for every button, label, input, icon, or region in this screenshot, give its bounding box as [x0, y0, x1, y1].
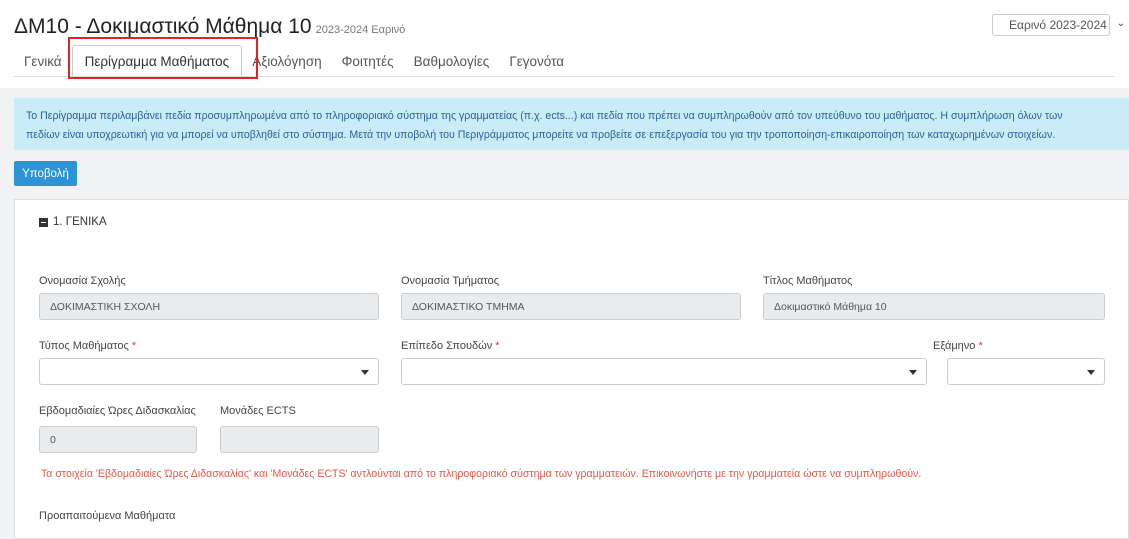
semester-select-value: Εαρινό 2023-2024 [1009, 18, 1107, 32]
school-value: ΔΟΚΙΜΑΣΤΙΚΗ ΣΧΟΛΗ [50, 300, 161, 313]
course-title: ΔΜ10 - Δοκιμαστικό Μάθημα 10 [14, 15, 312, 38]
section-title: 1. ΓΕΝΙΚΑ [53, 216, 107, 228]
caret-down-icon [361, 370, 369, 375]
course-title-value: Δοκιμαστικό Μάθημα 10 [774, 300, 887, 313]
study-level-label-text: Επίπεδο Σπουδών [401, 340, 493, 352]
section-header[interactable]: 1. ΓΕΝΙΚΑ [39, 216, 107, 228]
tab-general[interactable]: Γενικά [14, 54, 72, 77]
ects-label: Μονάδες ECTS [220, 405, 296, 417]
caret-down-icon [1087, 370, 1095, 375]
tab-grades[interactable]: Βαθμολογίες [404, 54, 500, 77]
course-type-label: Τύπος Μαθήματος * [39, 340, 136, 352]
tab-events[interactable]: Γεγονότα [499, 54, 574, 77]
department-value: ΔΟΚΙΜΑΣΤΙΚΟ ΤΜΗΜΑ [412, 300, 525, 313]
required-mark: * [495, 340, 500, 352]
course-title-field: Δοκιμαστικό Μάθημα 10 [763, 293, 1105, 320]
weekly-hours-value: 0 [50, 433, 56, 446]
highlight-box [68, 37, 258, 79]
department-label: Ονομασία Τμήματος [401, 275, 499, 287]
school-label: Ονομασία Σχολής [39, 275, 126, 287]
caret-down-icon [909, 370, 917, 375]
tab-students[interactable]: Φοιτητές [332, 54, 404, 77]
study-level-select[interactable] [401, 358, 927, 385]
semester-label: Εξάμηνο * [933, 340, 983, 352]
course-type-label-text: Τύπος Μαθήματος [39, 340, 129, 352]
prerequisites-label: Προαπαιτούμενα Μαθήματα [39, 510, 176, 522]
semester-label-text: Εξάμηνο [933, 340, 976, 352]
info-line-2: πεδίων είναι υποχρεωτική για να μπορεί ν… [26, 129, 1056, 141]
collapse-icon[interactable] [39, 217, 48, 227]
semester-field-select[interactable] [947, 358, 1105, 385]
info-line-1: Το Περίγραμμα περιλαμβάνει πεδία προσυμπ… [26, 110, 1063, 122]
page-title: ΔΜ10 - Δοκιμαστικό Μάθημα 10 2023-2024 Εα… [14, 15, 405, 39]
info-alert: Το Περίγραμμα περιλαμβάνει πεδία προσυμπ… [14, 98, 1129, 150]
course-period: 2023-2024 Εαρινό [315, 24, 406, 36]
required-mark: * [978, 340, 983, 352]
ects-field [220, 426, 379, 453]
weekly-hours-field: 0 [39, 426, 197, 453]
weekly-hours-label: Εβδομαδιαίες Ώρες Διδασκαλίας [39, 405, 196, 417]
department-field: ΔΟΚΙΜΑΣΤΙΚΟ ΤΜΗΜΑ [401, 293, 741, 320]
course-title-label: Τίτλος Μαθήματος [763, 275, 853, 287]
ects-warning-text: Τα στοιχεία 'Εβδομαδιαίες Ώρες Διδασκαλί… [41, 468, 922, 480]
top-bar: ΔΜ10 - Δοκιμαστικό Μάθημα 10 2023-2024 Εα… [0, 0, 1129, 88]
study-level-label: Επίπεδο Σπουδών * [401, 340, 500, 352]
semester-select[interactable]: Εαρινό 2023-2024 ⌄ [992, 14, 1125, 36]
required-mark: * [131, 340, 137, 352]
submit-button[interactable]: Υποβολή [14, 161, 77, 186]
general-section-panel: 1. ΓΕΝΙΚΑ Ονομασία Σχολής ΔΟΚΙΜΑΣΤΙΚΗ ΣΧ… [14, 199, 1129, 539]
course-type-select[interactable] [39, 358, 379, 385]
school-field: ΔΟΚΙΜΑΣΤΙΚΗ ΣΧΟΛΗ [39, 293, 379, 320]
chevron-down-icon: ⌄ [1116, 18, 1125, 29]
